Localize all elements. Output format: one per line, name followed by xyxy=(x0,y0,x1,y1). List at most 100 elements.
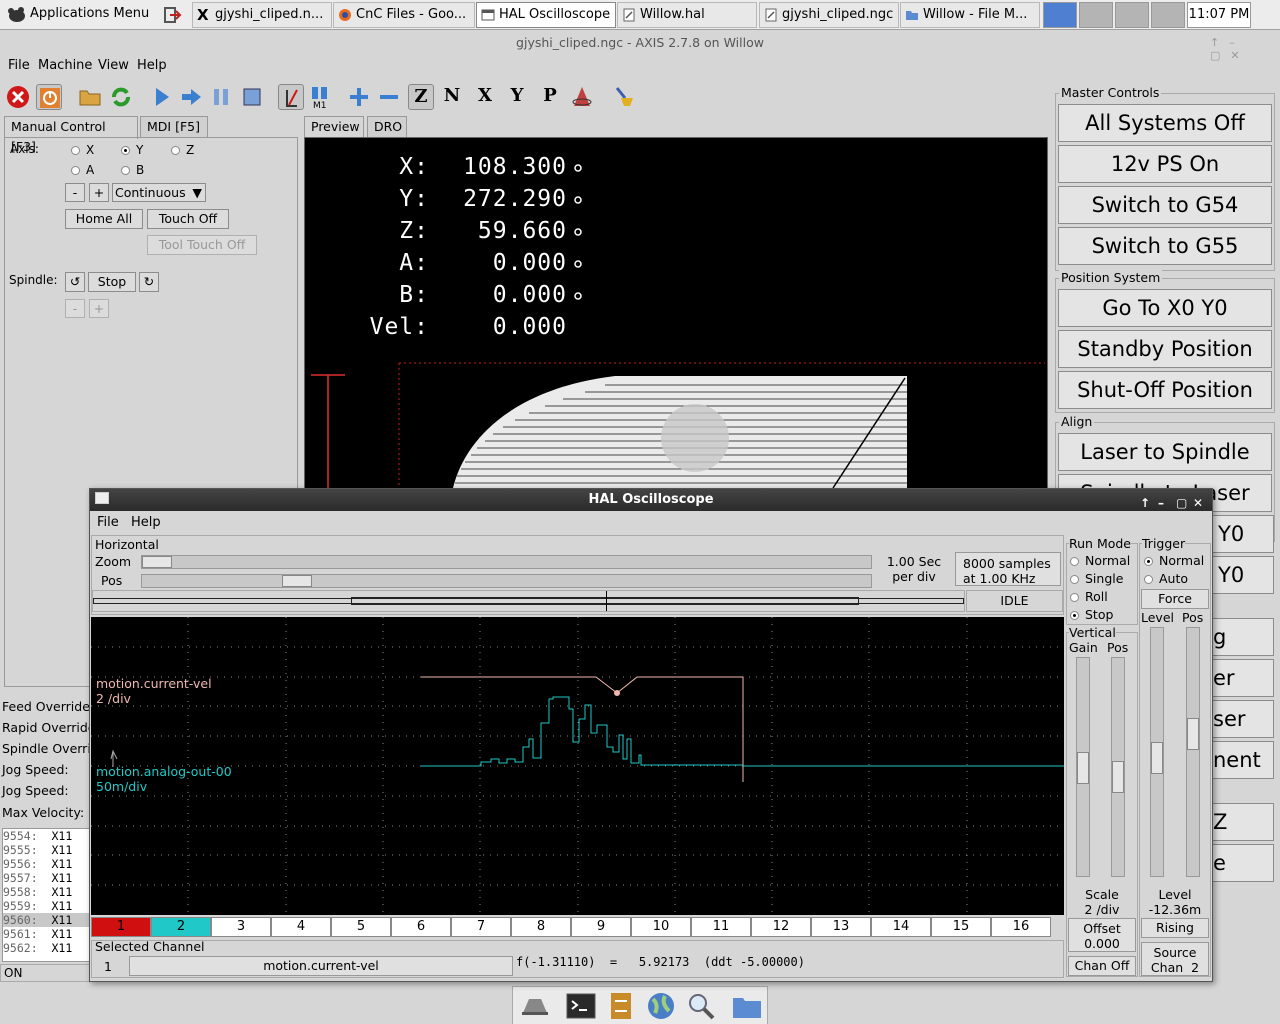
tool-touch-off-button[interactable]: Tool Touch Off xyxy=(147,235,257,255)
clipped-button-y0-a[interactable]: Y0 xyxy=(1212,515,1274,553)
go-to-x0-y0-button[interactable]: Go To X0 Y0 xyxy=(1058,289,1272,327)
trigger-level-slider[interactable] xyxy=(1150,627,1164,877)
trigger-source-button[interactable]: Source Chan 2 xyxy=(1141,942,1209,976)
estop-icon[interactable] xyxy=(5,84,31,110)
workspace-4[interactable] xyxy=(1151,2,1185,28)
channel-tab-9[interactable]: 9 xyxy=(571,917,631,937)
vertical-pos-slider[interactable] xyxy=(1111,657,1125,877)
window-up-icon[interactable]: ↑ xyxy=(1140,492,1150,514)
channel-tab-3[interactable]: 3 xyxy=(211,917,271,937)
view-y-icon[interactable]: Y xyxy=(504,84,530,110)
axis-radio-b[interactable]: B xyxy=(121,163,144,177)
shut-off-position-button[interactable]: Shut-Off Position xyxy=(1058,371,1272,409)
zoom-in-icon[interactable] xyxy=(346,84,372,110)
gcode-line[interactable]: 9557: X11 xyxy=(3,871,89,885)
scope-menu-file[interactable]: File xyxy=(97,515,119,530)
zoom-out-icon[interactable] xyxy=(376,84,402,110)
gcode-line[interactable]: 9555: X11 xyxy=(3,843,89,857)
selected-channel-source-button[interactable]: motion.current-vel xyxy=(129,956,513,976)
clipped-button-z[interactable]: Z xyxy=(1212,803,1274,841)
spindle-ccw-icon[interactable]: ↺ xyxy=(65,272,85,292)
axis-radio-a[interactable]: A xyxy=(71,163,94,177)
axis-radio-x[interactable]: X xyxy=(71,143,94,157)
channel-tab-5[interactable]: 5 xyxy=(331,917,391,937)
touch-off-button[interactable]: Touch Off xyxy=(147,209,229,229)
taskbar-window-file-manager[interactable]: Willow - File M... xyxy=(900,2,1040,28)
taskbar-window-firefox[interactable]: CnC Files - Goo... xyxy=(333,2,475,28)
clipped-button-nent[interactable]: nent xyxy=(1212,741,1274,779)
channel-tab-15[interactable]: 15 xyxy=(931,917,991,937)
file-cabinet-icon[interactable] xyxy=(607,991,635,1021)
rotate-view-icon[interactable] xyxy=(569,84,595,110)
folder-icon[interactable] xyxy=(731,991,763,1021)
reload-icon[interactable] xyxy=(108,84,134,110)
stop-icon[interactable] xyxy=(239,84,265,110)
trigger-pos-thumb[interactable] xyxy=(1187,718,1199,750)
standby-position-button[interactable]: Standby Position xyxy=(1058,330,1272,368)
channel-tab-8[interactable]: 8 xyxy=(511,917,571,937)
scope-plot[interactable]: motion.current-vel 2 /div motion.analog-… xyxy=(91,617,1064,915)
view-z2-icon[interactable]: N xyxy=(439,84,465,110)
open-file-icon[interactable] xyxy=(77,84,103,110)
tab-mdi[interactable]: MDI [F5] xyxy=(140,116,208,138)
trigger-edge-button[interactable]: Rising xyxy=(1141,918,1209,938)
channel-tab-4[interactable]: 4 xyxy=(271,917,331,937)
channel-tab-7[interactable]: 7 xyxy=(451,917,511,937)
pos-slider-thumb[interactable] xyxy=(282,575,312,587)
clipped-button-ser[interactable]: ser xyxy=(1212,700,1274,738)
axis-radio-y[interactable]: Y xyxy=(121,143,143,157)
channel-tab-14[interactable]: 14 xyxy=(871,917,931,937)
switch-g55-button[interactable]: Switch to G55 xyxy=(1058,227,1272,265)
vertical-pos-thumb[interactable] xyxy=(1112,761,1124,793)
taskbar-window-halscope[interactable]: HAL Oscilloscope xyxy=(476,2,616,28)
trigger-force-button[interactable]: Force xyxy=(1141,589,1209,609)
jog-plus-button[interactable]: + xyxy=(89,183,109,202)
app-finder-icon[interactable] xyxy=(685,991,717,1021)
gain-slider-thumb[interactable] xyxy=(1077,752,1089,784)
channel-tab-2[interactable]: 2 xyxy=(151,917,211,937)
gcode-line[interactable]: 9562: X11 xyxy=(3,941,89,955)
block-delete-icon[interactable] xyxy=(278,84,304,110)
machine-power-icon[interactable] xyxy=(36,84,62,110)
gcode-listing[interactable]: 9554: X11 9555: X11 9556: X11 9557: X11 … xyxy=(2,828,90,962)
trigger-level-thumb[interactable] xyxy=(1151,742,1163,774)
clipped-button-e[interactable]: e xyxy=(1212,844,1274,882)
clock[interactable]: 11:07 PM xyxy=(1187,2,1251,28)
menu-machine[interactable]: Machine xyxy=(38,58,92,73)
menu-view[interactable]: View xyxy=(98,58,129,73)
menu-help[interactable]: Help xyxy=(137,58,167,73)
preview-canvas[interactable]: X: 108.300 Y: 272.290 Z: 59.660 A: 0.000… xyxy=(304,137,1048,497)
window-maximize-icon[interactable]: ▢ xyxy=(1176,492,1187,514)
pos-slider[interactable] xyxy=(141,574,872,588)
gcode-line[interactable]: 9556: X11 xyxy=(3,857,89,871)
logout-icon[interactable] xyxy=(162,5,184,25)
clipped-button-y0-b[interactable]: Y0 xyxy=(1212,556,1274,594)
channel-tab-13[interactable]: 13 xyxy=(811,917,871,937)
channel-tab-10[interactable]: 10 xyxy=(631,917,691,937)
channel-tab-6[interactable]: 6 xyxy=(391,917,451,937)
pause-icon[interactable] xyxy=(209,84,235,110)
laser-to-spindle-button[interactable]: Laser to Spindle xyxy=(1058,433,1272,471)
jog-increment-select[interactable]: Continuous ▼ xyxy=(112,183,206,202)
run-mode-single[interactable]: Single xyxy=(1070,571,1123,586)
window-close-icon[interactable]: ✕ xyxy=(1193,492,1203,514)
taskbar-window-willow-hal[interactable]: Willow.hal xyxy=(617,2,757,28)
optional-stop-icon[interactable]: M1 xyxy=(307,84,333,111)
workspace-3[interactable] xyxy=(1115,2,1149,28)
tab-preview[interactable]: Preview xyxy=(304,116,364,139)
step-icon[interactable] xyxy=(179,84,205,110)
window-menu-icon[interactable] xyxy=(95,492,109,504)
run-mode-roll[interactable]: Roll xyxy=(1070,589,1108,604)
workspace-2[interactable] xyxy=(1079,2,1113,28)
channel-tab-1[interactable]: 1 xyxy=(91,917,151,937)
gcode-line[interactable]: 9554: X11 xyxy=(3,829,89,843)
spindle-slower-button[interactable]: - xyxy=(65,299,85,318)
axis-radio-z[interactable]: Z xyxy=(171,143,194,157)
taskbar-window-ngc[interactable]: gjyshi_cliped.ngc xyxy=(759,2,899,28)
gcode-line[interactable]: 9561: X11 xyxy=(3,927,89,941)
samples-button[interactable]: 8000 samples at 1.00 KHz xyxy=(955,552,1061,586)
menu-file[interactable]: File xyxy=(8,58,30,73)
view-p-icon[interactable]: P xyxy=(537,84,563,110)
spindle-stop-button[interactable]: Stop xyxy=(88,272,136,292)
clipped-button-g[interactable]: g xyxy=(1212,618,1274,656)
